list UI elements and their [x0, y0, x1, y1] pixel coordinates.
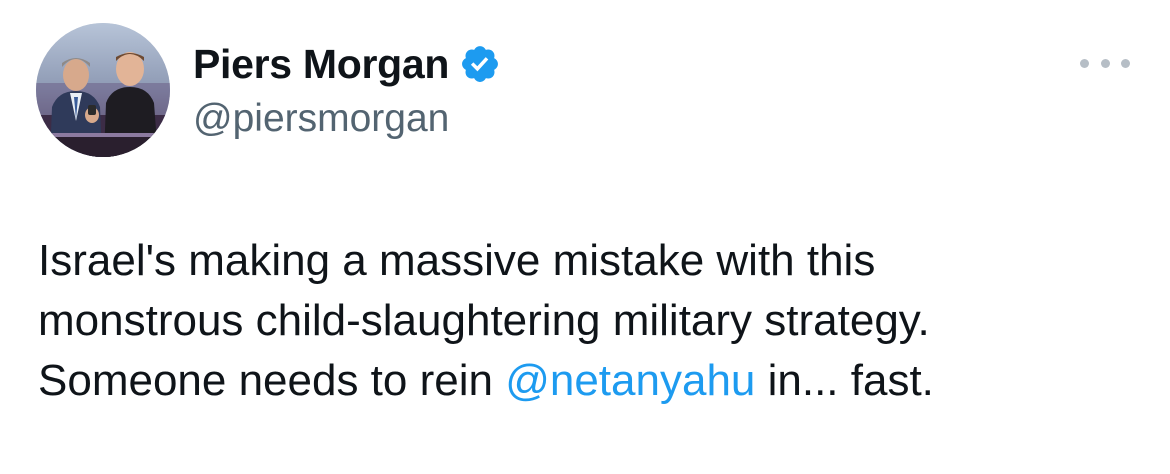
tweet-text-line: monstrous child-slaughtering military st…	[38, 296, 930, 345]
profile-photo	[36, 23, 170, 157]
more-options-icon	[1080, 58, 1089, 68]
more-options-icon	[1121, 58, 1130, 68]
avatar[interactable]	[36, 23, 170, 157]
tweet-text-line: Israel's making a massive mistake with t…	[38, 236, 876, 285]
more-options-button[interactable]	[1080, 48, 1130, 78]
author-name-row: Piers Morgan	[193, 36, 501, 92]
tweet-text-line: Someone needs to rein @netanyahu in... f…	[38, 351, 1148, 411]
verified-badge-icon	[459, 43, 501, 85]
author-handle[interactable]: @piersmorgan	[193, 94, 449, 144]
more-options-icon	[1100, 58, 1110, 68]
mention-link[interactable]: @netanyahu	[505, 356, 755, 405]
tweet-text: Israel's making a massive mistake with t…	[38, 231, 1148, 411]
tweet-text-segment: in... fast.	[755, 356, 934, 405]
tweet-card: Piers Morgan @piersmorgan Israel's makin…	[0, 0, 1170, 474]
tweet-text-segment: Someone needs to rein	[38, 356, 506, 405]
author-display-name[interactable]: Piers Morgan	[193, 36, 449, 92]
